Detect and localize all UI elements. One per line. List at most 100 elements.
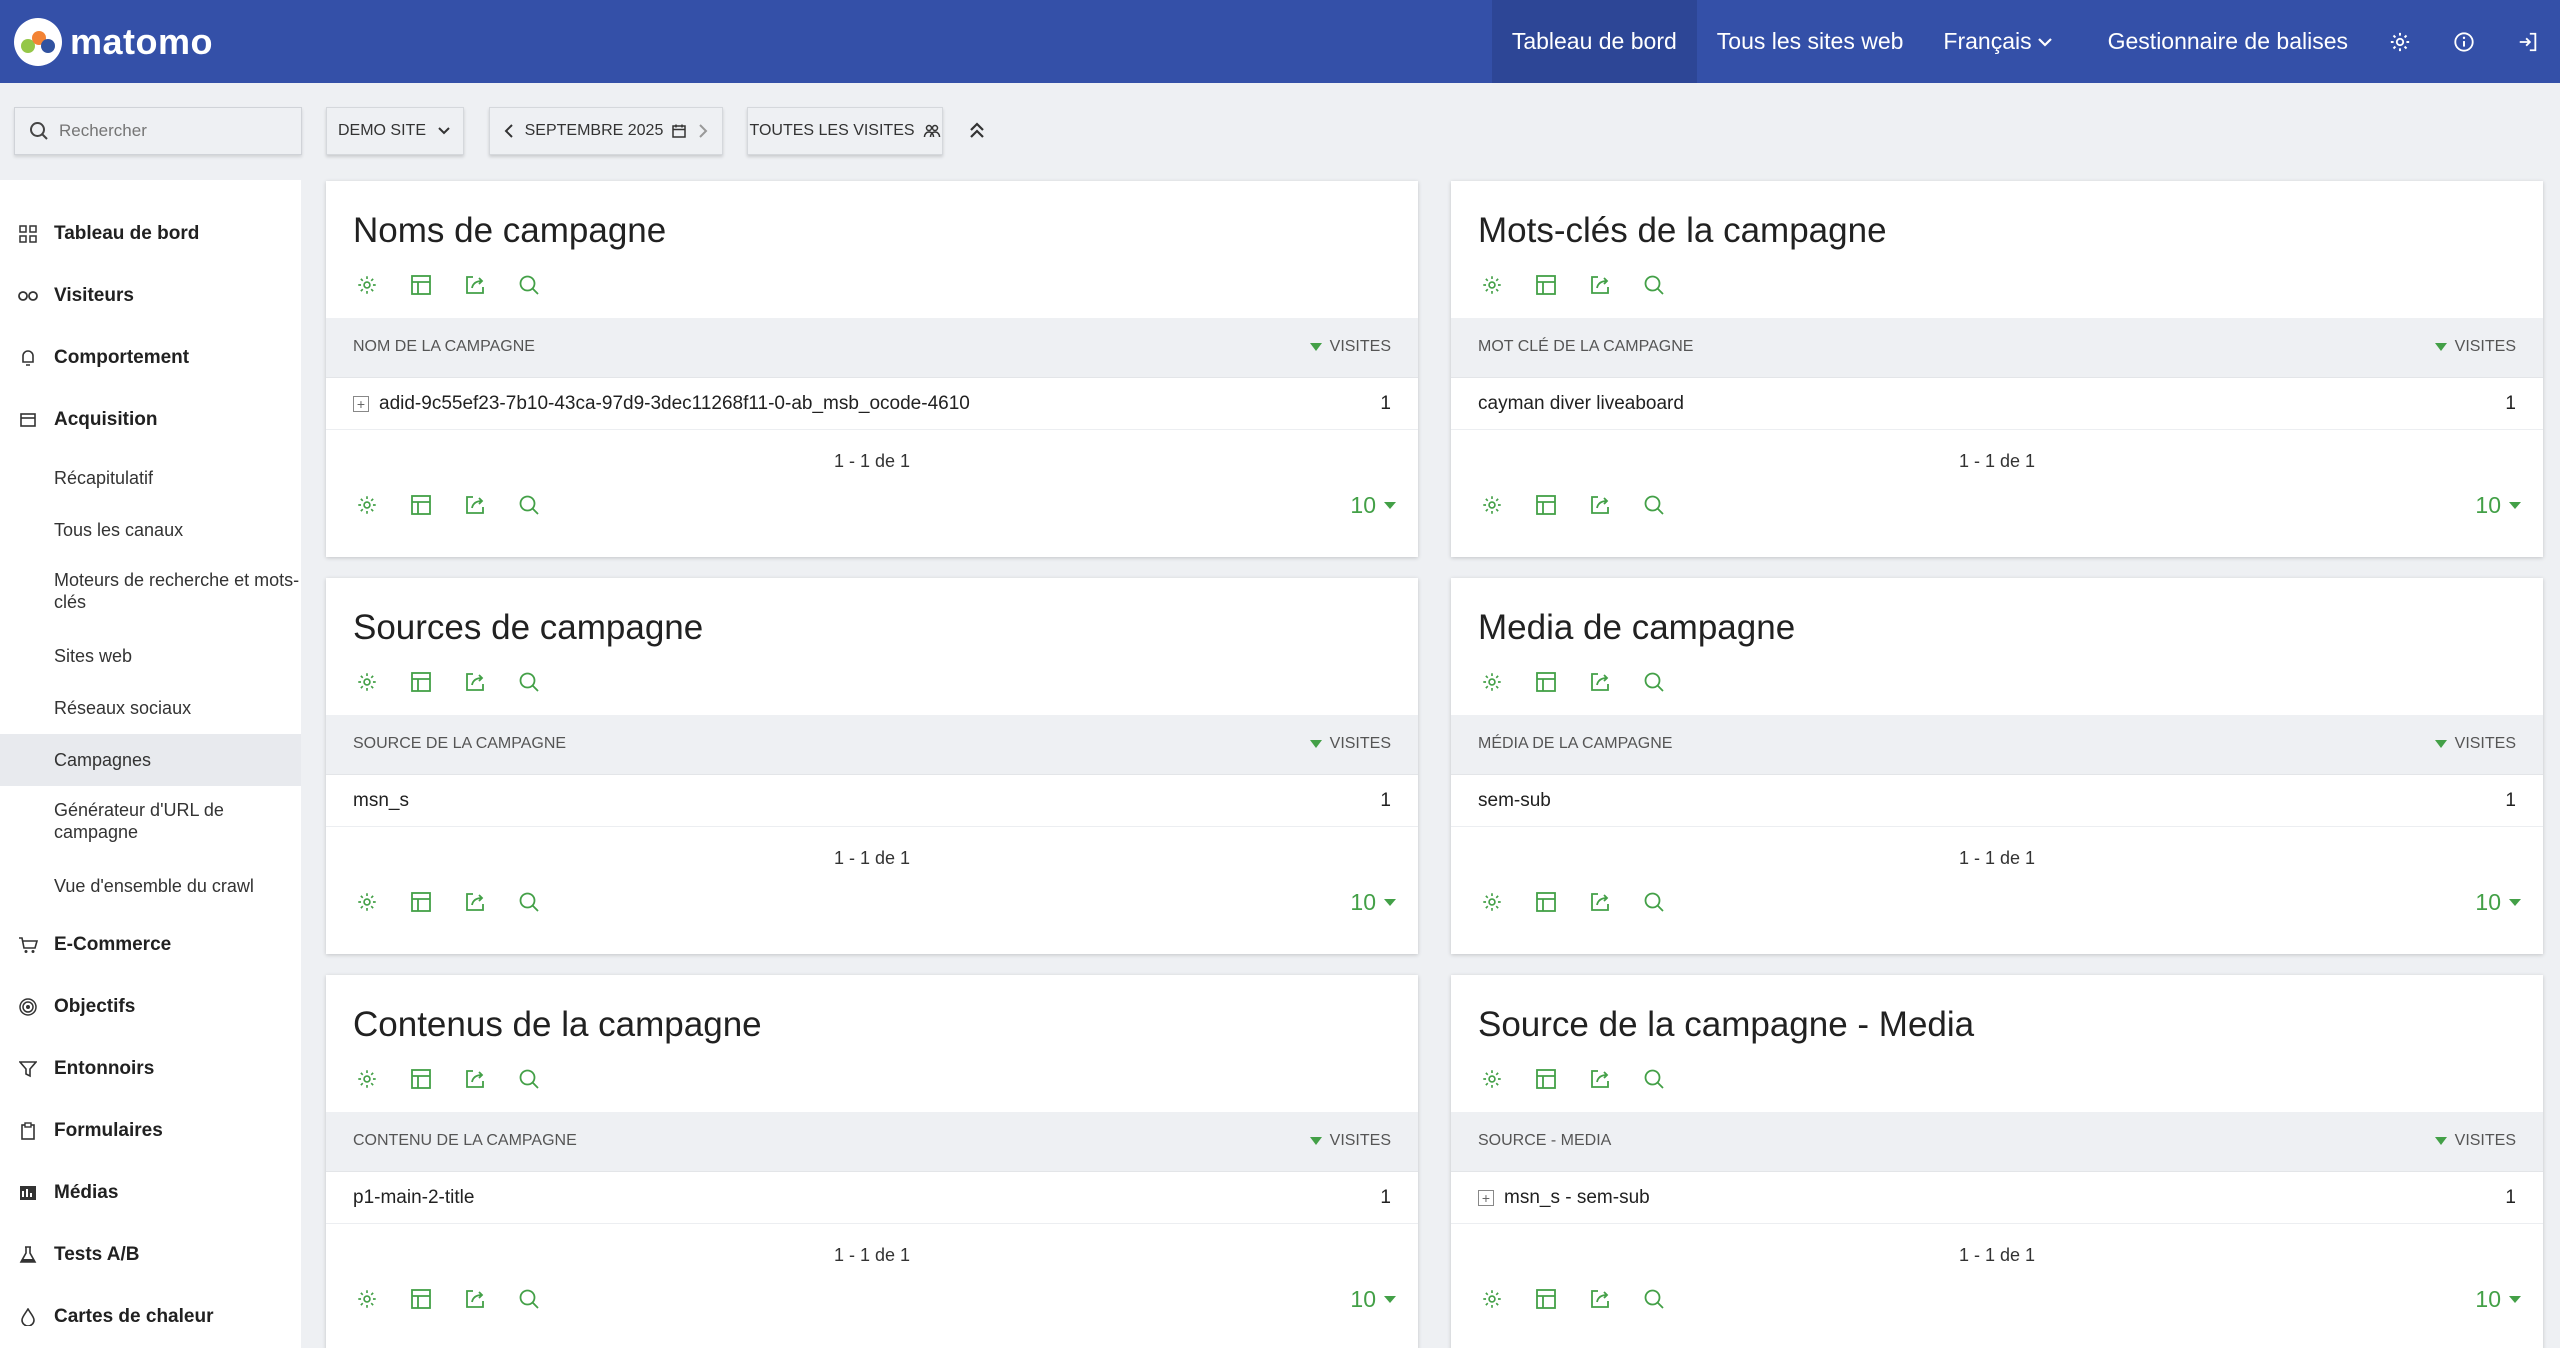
table-row[interactable]: msn_s 1 xyxy=(326,775,1418,827)
settings-gear-icon[interactable] xyxy=(353,1065,381,1093)
info-icon[interactable] xyxy=(2432,0,2496,83)
visualization-table-icon[interactable] xyxy=(1532,1285,1560,1313)
column-header-label[interactable]: CONTENU DE LA CAMPAGNE xyxy=(353,1132,577,1150)
sidebar-item-forms[interactable]: Formulaires xyxy=(0,1111,301,1151)
export-icon[interactable] xyxy=(461,271,489,299)
settings-gear-icon[interactable] xyxy=(353,888,381,916)
sidebar-subitem-campaigns[interactable]: Campagnes xyxy=(0,734,301,786)
settings-gear-icon[interactable] xyxy=(353,668,381,696)
sidebar-item-dashboard[interactable]: Tableau de bord xyxy=(0,214,301,254)
export-icon[interactable] xyxy=(1586,888,1614,916)
column-header-label[interactable]: MÉDIA DE LA CAMPAGNE xyxy=(1478,735,1672,753)
search-icon[interactable] xyxy=(1640,888,1668,916)
export-icon[interactable] xyxy=(1586,1285,1614,1313)
visualization-table-icon[interactable] xyxy=(1532,888,1560,916)
row-limit-selector[interactable]: 10 xyxy=(2475,492,2521,519)
search-icon[interactable] xyxy=(515,491,543,519)
search-icon[interactable] xyxy=(1640,1285,1668,1313)
export-icon[interactable] xyxy=(1586,491,1614,519)
sidebar-subitem-search-engines[interactable]: Moteurs de recherche et mots-clés xyxy=(0,562,301,620)
search-icon[interactable] xyxy=(515,1065,543,1093)
matomo-logo[interactable]: matomo xyxy=(14,18,213,66)
table-row[interactable]: p1-main-2-title 1 xyxy=(326,1172,1418,1224)
settings-gear-icon[interactable] xyxy=(353,271,381,299)
previous-period-icon[interactable] xyxy=(502,123,516,139)
search-icon[interactable] xyxy=(515,668,543,696)
visualization-table-icon[interactable] xyxy=(1532,668,1560,696)
export-icon[interactable] xyxy=(461,668,489,696)
export-icon[interactable] xyxy=(1586,668,1614,696)
export-icon[interactable] xyxy=(461,1065,489,1093)
search-icon[interactable] xyxy=(515,271,543,299)
topnav-language[interactable]: Français xyxy=(1923,0,2087,83)
sidebar-item-media[interactable]: Médias xyxy=(0,1173,301,1213)
visualization-table-icon[interactable] xyxy=(1532,1065,1560,1093)
search-icon[interactable] xyxy=(1640,271,1668,299)
collapse-header-icon[interactable] xyxy=(962,116,992,146)
visualization-table-icon[interactable] xyxy=(407,271,435,299)
column-header-visits[interactable]: VISITES xyxy=(2434,338,2516,356)
column-header-visits[interactable]: VISITES xyxy=(1309,338,1391,356)
row-limit-selector[interactable]: 10 xyxy=(1350,1286,1396,1313)
row-limit-selector[interactable]: 10 xyxy=(2475,889,2521,916)
export-icon[interactable] xyxy=(461,888,489,916)
visualization-table-icon[interactable] xyxy=(407,491,435,519)
table-row[interactable]: cayman diver liveaboard 1 xyxy=(1451,378,2543,430)
settings-gear-icon[interactable] xyxy=(1478,888,1506,916)
settings-gear-icon[interactable] xyxy=(1478,491,1506,519)
sidebar-item-ecommerce[interactable]: E-Commerce xyxy=(0,925,301,965)
expand-row-icon[interactable]: + xyxy=(353,396,369,412)
sidebar-subitem-social-networks[interactable]: Réseaux sociaux xyxy=(0,688,301,728)
search-input[interactable] xyxy=(59,121,279,141)
row-limit-selector[interactable]: 10 xyxy=(1350,889,1396,916)
row-limit-selector[interactable]: 10 xyxy=(2475,1286,2521,1313)
date-selector[interactable]: SEPTEMBRE 2025 xyxy=(489,107,723,155)
search-icon[interactable] xyxy=(515,1285,543,1313)
sidebar-subitem-all-channels[interactable]: Tous les canaux xyxy=(0,510,301,550)
sidebar-item-ab-tests[interactable]: Tests A/B xyxy=(0,1235,301,1275)
visualization-table-icon[interactable] xyxy=(407,668,435,696)
sidebar-subitem-websites[interactable]: Sites web xyxy=(0,636,301,676)
table-row[interactable]: sem-sub 1 xyxy=(1451,775,2543,827)
visualization-table-icon[interactable] xyxy=(407,1065,435,1093)
gear-icon[interactable] xyxy=(2368,0,2432,83)
sign-out-icon[interactable] xyxy=(2496,0,2560,83)
export-icon[interactable] xyxy=(1586,271,1614,299)
visualization-table-icon[interactable] xyxy=(1532,491,1560,519)
topnav-dashboard[interactable]: Tableau de bord xyxy=(1491,0,1697,83)
column-header-visits[interactable]: VISITES xyxy=(1309,735,1391,753)
sidebar-item-goals[interactable]: Objectifs xyxy=(0,987,301,1027)
date-selector-value[interactable]: SEPTEMBRE 2025 xyxy=(525,122,688,140)
settings-gear-icon[interactable] xyxy=(1478,668,1506,696)
export-icon[interactable] xyxy=(461,1285,489,1313)
column-header-label[interactable]: SOURCE - MEDIA xyxy=(1478,1132,1611,1150)
sidebar-subitem-overview[interactable]: Récapitulatif xyxy=(0,458,301,498)
topnav-tag-manager[interactable]: Gestionnaire de balises xyxy=(2088,0,2368,83)
column-header-visits[interactable]: VISITES xyxy=(2434,1132,2516,1150)
sidebar-subitem-campaign-url-builder[interactable]: Générateur d'URL de campagne xyxy=(0,792,260,850)
row-limit-selector[interactable]: 10 xyxy=(1350,492,1396,519)
column-header-label[interactable]: SOURCE DE LA CAMPAGNE xyxy=(353,735,566,753)
search-box[interactable] xyxy=(14,107,302,155)
visualization-table-icon[interactable] xyxy=(407,1285,435,1313)
sidebar-subitem-crawl-overview[interactable]: Vue d'ensemble du crawl xyxy=(0,866,301,906)
settings-gear-icon[interactable] xyxy=(1478,271,1506,299)
search-icon[interactable] xyxy=(1640,1065,1668,1093)
export-icon[interactable] xyxy=(461,491,489,519)
column-header-visits[interactable]: VISITES xyxy=(2434,735,2516,753)
visualization-table-icon[interactable] xyxy=(407,888,435,916)
sidebar-item-acquisition[interactable]: Acquisition xyxy=(0,400,301,440)
settings-gear-icon[interactable] xyxy=(353,491,381,519)
settings-gear-icon[interactable] xyxy=(353,1285,381,1313)
column-header-label[interactable]: MOT CLÉ DE LA CAMPAGNE xyxy=(1478,338,1693,356)
sidebar-item-funnels[interactable]: Entonnoirs xyxy=(0,1049,301,1089)
site-selector[interactable]: DEMO SITE xyxy=(326,107,464,155)
column-header-label[interactable]: NOM DE LA CAMPAGNE xyxy=(353,338,535,356)
sidebar-item-behaviour[interactable]: Comportement xyxy=(0,338,301,378)
sidebar-item-heatmaps[interactable]: Cartes de chaleur xyxy=(0,1297,301,1337)
next-period-icon[interactable] xyxy=(696,123,710,139)
settings-gear-icon[interactable] xyxy=(1478,1065,1506,1093)
table-row[interactable]: + adid-9c55ef23-7b10-43ca-97d9-3dec11268f… xyxy=(326,378,1418,430)
segment-selector[interactable]: TOUTES LES VISITES xyxy=(747,107,943,155)
sidebar-item-visitors[interactable]: Visiteurs xyxy=(0,276,301,316)
